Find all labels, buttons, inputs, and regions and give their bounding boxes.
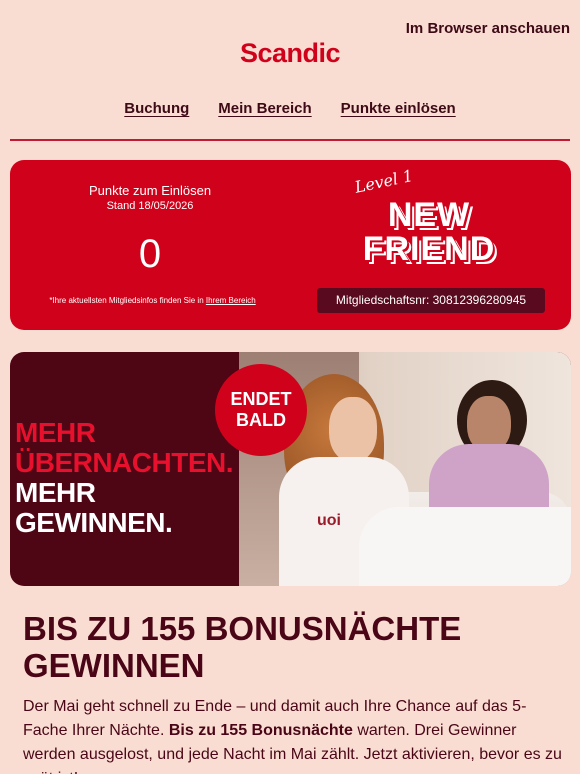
hero-line-3: MEHR bbox=[15, 477, 96, 508]
level-script: Level 1 bbox=[353, 165, 415, 197]
hero-line-1: MEHR bbox=[15, 417, 96, 448]
membership-number: Mitgliedschaftsnr: 30812396280945 bbox=[317, 288, 545, 313]
points-card: Punkte zum Einlösen Stand 18/05/2026 0 *… bbox=[10, 160, 571, 330]
hero-headline-red: MEHR ÜBERNACHTEN. bbox=[15, 417, 234, 478]
view-in-browser-link[interactable]: Im Browser anschauen bbox=[406, 20, 570, 37]
header-divider bbox=[10, 139, 570, 141]
hero-line-4: GEWINNEN. bbox=[15, 507, 173, 538]
badge-line-2: BALD bbox=[236, 410, 286, 430]
hero-headline-white: MEHR GEWINNEN. bbox=[15, 477, 173, 538]
badge-line-1: ENDET bbox=[230, 389, 292, 409]
article-body-bold: Bis zu 155 Bonusnächte bbox=[168, 722, 353, 739]
article-title: BIS ZU 155 BONUSNÄCHTE GEWINNEN bbox=[23, 610, 462, 684]
points-value: 0 bbox=[138, 232, 162, 276]
main-nav: Buchung Mein Bereich Punkte einlösen bbox=[0, 100, 580, 117]
promo-banner[interactable]: uoi MEHR ÜBERNACHTEN. MEHR GEWINNEN. END… bbox=[10, 352, 571, 586]
points-label: Punkte zum Einlösen bbox=[88, 183, 212, 198]
nav-booking-link[interactable]: Buchung bbox=[124, 100, 189, 117]
nav-redeem-points-link[interactable]: Punkte einlösen bbox=[341, 100, 456, 117]
points-note-text: *Ihre aktuellsten Mitgliedsinfos finden … bbox=[49, 296, 204, 305]
ends-soon-badge: ENDET BALD bbox=[215, 364, 307, 456]
article-body: Der Mai geht schnell zu Ende – und damit… bbox=[23, 695, 563, 774]
nav-my-area-link[interactable]: Mein Bereich bbox=[218, 100, 311, 117]
points-note: *Ihre aktuellsten Mitgliedsinfos finden … bbox=[10, 296, 295, 305]
level-name-line1: NEW bbox=[387, 196, 471, 234]
hero-line-2: ÜBERNACHTEN. bbox=[15, 447, 234, 478]
points-date: Stand 18/05/2026 bbox=[106, 200, 194, 212]
shirt-print: uoi bbox=[317, 512, 341, 529]
scandic-logo[interactable]: Scandic bbox=[0, 38, 580, 69]
my-area-link[interactable]: Ihrem Bereich bbox=[206, 296, 256, 305]
level-name-line2: FRIEND bbox=[362, 230, 496, 268]
level-name: NEW FRIEND bbox=[350, 198, 508, 266]
